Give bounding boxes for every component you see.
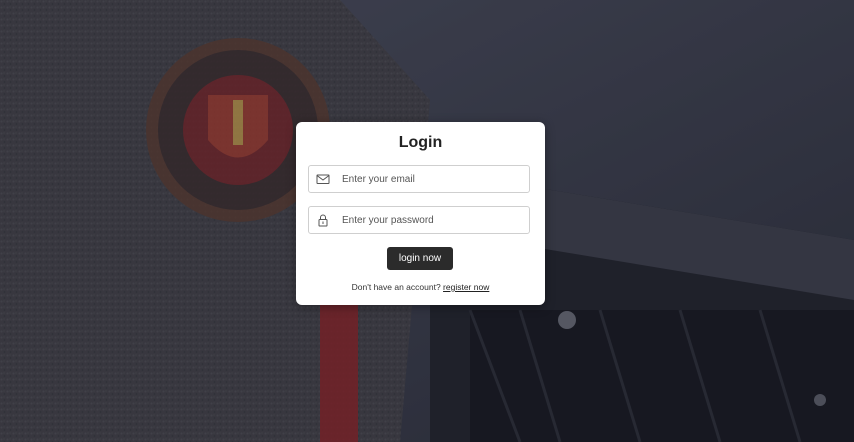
password-input[interactable]	[342, 207, 522, 233]
email-input[interactable]	[342, 166, 522, 192]
login-button[interactable]: login now	[387, 247, 453, 270]
login-card: Login login now Don't have an account? r…	[296, 122, 545, 305]
lock-icon	[316, 213, 330, 227]
login-title: Login	[398, 134, 443, 151]
envelope-icon	[316, 172, 330, 186]
email-field[interactable]	[308, 165, 530, 193]
register-line: Don't have an account? register now	[296, 282, 545, 292]
register-link[interactable]: register now	[443, 282, 489, 292]
password-field[interactable]	[308, 206, 530, 234]
register-prompt: Don't have an account?	[351, 282, 441, 292]
